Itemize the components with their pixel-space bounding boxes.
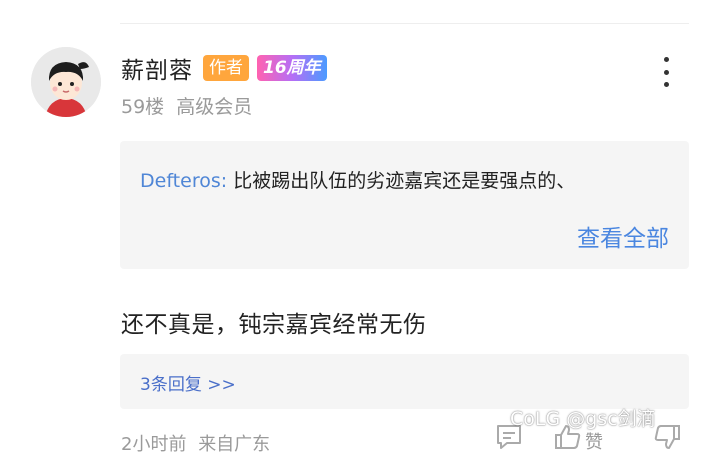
like-label: 赞 xyxy=(585,432,603,453)
quote-line: Defteros: 比被踢出队伍的劣迹嘉宾还是要强点的、 xyxy=(140,166,575,193)
more-icon[interactable] xyxy=(653,54,679,90)
avatar-image xyxy=(31,47,101,117)
quoted-reply[interactable]: Defteros: 比被踢出队伍的劣迹嘉宾还是要强点的、 查看全部 xyxy=(120,141,689,269)
thumbs-down-icon[interactable] xyxy=(652,422,682,452)
quote-content: 比被踢出队伍的劣迹嘉宾还是要强点的、 xyxy=(233,170,576,192)
more-dot xyxy=(663,69,669,75)
avatar[interactable] xyxy=(31,47,101,117)
username[interactable]: 薪剖蓉 xyxy=(121,51,193,85)
author-badge: 作者 xyxy=(203,55,249,81)
member-level: 高级会员 xyxy=(176,96,253,118)
floor-number: 59楼 xyxy=(121,96,165,118)
more-dot xyxy=(663,57,669,62)
watermark: CoLG @gsc剑滴 xyxy=(510,408,656,430)
user-info-row: 薪剖蓉 作者 16周年 xyxy=(121,51,327,85)
divider xyxy=(120,23,689,24)
view-replies-link[interactable]: 3条回复 >> xyxy=(140,370,236,395)
user-meta: 59楼 高级会员 xyxy=(121,92,252,119)
view-all-link[interactable]: 查看全部 xyxy=(577,219,669,253)
post-location: 来自广东 xyxy=(198,434,271,455)
post-comment: 薪剖蓉 作者 16周年 59楼 高级会员 Defteros: 比被踢出队伍的劣迹… xyxy=(0,0,720,458)
comment-text: 还不真是，钝宗嘉宾经常无伤 xyxy=(121,312,427,338)
replies-box[interactable]: 3条回复 >> xyxy=(120,354,689,409)
comment-footer-meta: 2小时前 来自广东 xyxy=(121,430,270,456)
post-time: 2小时前 xyxy=(121,434,187,455)
more-dot xyxy=(663,82,669,87)
anniversary-badge: 16周年 xyxy=(257,55,327,81)
quote-author[interactable]: Defteros: xyxy=(140,170,227,192)
